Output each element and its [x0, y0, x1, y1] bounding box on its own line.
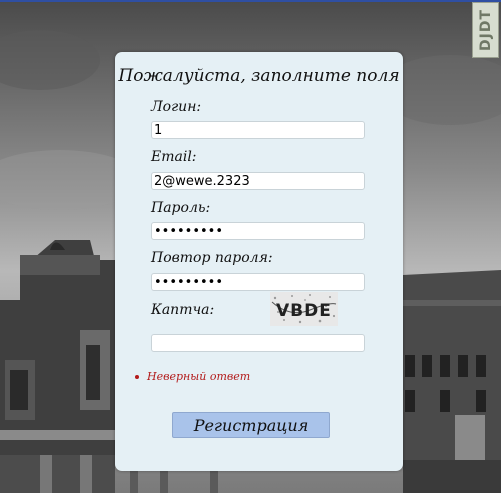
password-label: Пароль:: [151, 200, 211, 216]
register-button[interactable]: Регистрация: [172, 412, 330, 438]
form-title: Пожалуйста, заполните поля: [118, 66, 400, 86]
registration-form: Пожалуйста, заполните поля Логин: Email:…: [115, 52, 403, 471]
password-repeat-label: Повтор пароля:: [151, 250, 273, 266]
password-input[interactable]: [151, 222, 365, 240]
email-label: Email:: [151, 149, 197, 165]
email-input[interactable]: [151, 172, 365, 190]
error-text: Неверный ответ: [147, 370, 251, 383]
password-repeat-input[interactable]: [151, 273, 365, 291]
captcha-text: VBDE: [276, 301, 332, 321]
bullet-icon: [135, 375, 139, 379]
error-message: Неверный ответ: [135, 370, 250, 383]
window-top-border: [0, 0, 501, 2]
captcha-image: VBDE: [270, 292, 338, 326]
debug-toolbar-toggle[interactable]: DJDT: [472, 2, 499, 58]
login-label: Логин:: [151, 99, 202, 115]
captcha-label: Каптча:: [151, 302, 215, 318]
captcha-input[interactable]: [151, 334, 365, 352]
debug-toolbar-label: DJDT: [477, 8, 494, 51]
login-input[interactable]: [151, 121, 365, 139]
